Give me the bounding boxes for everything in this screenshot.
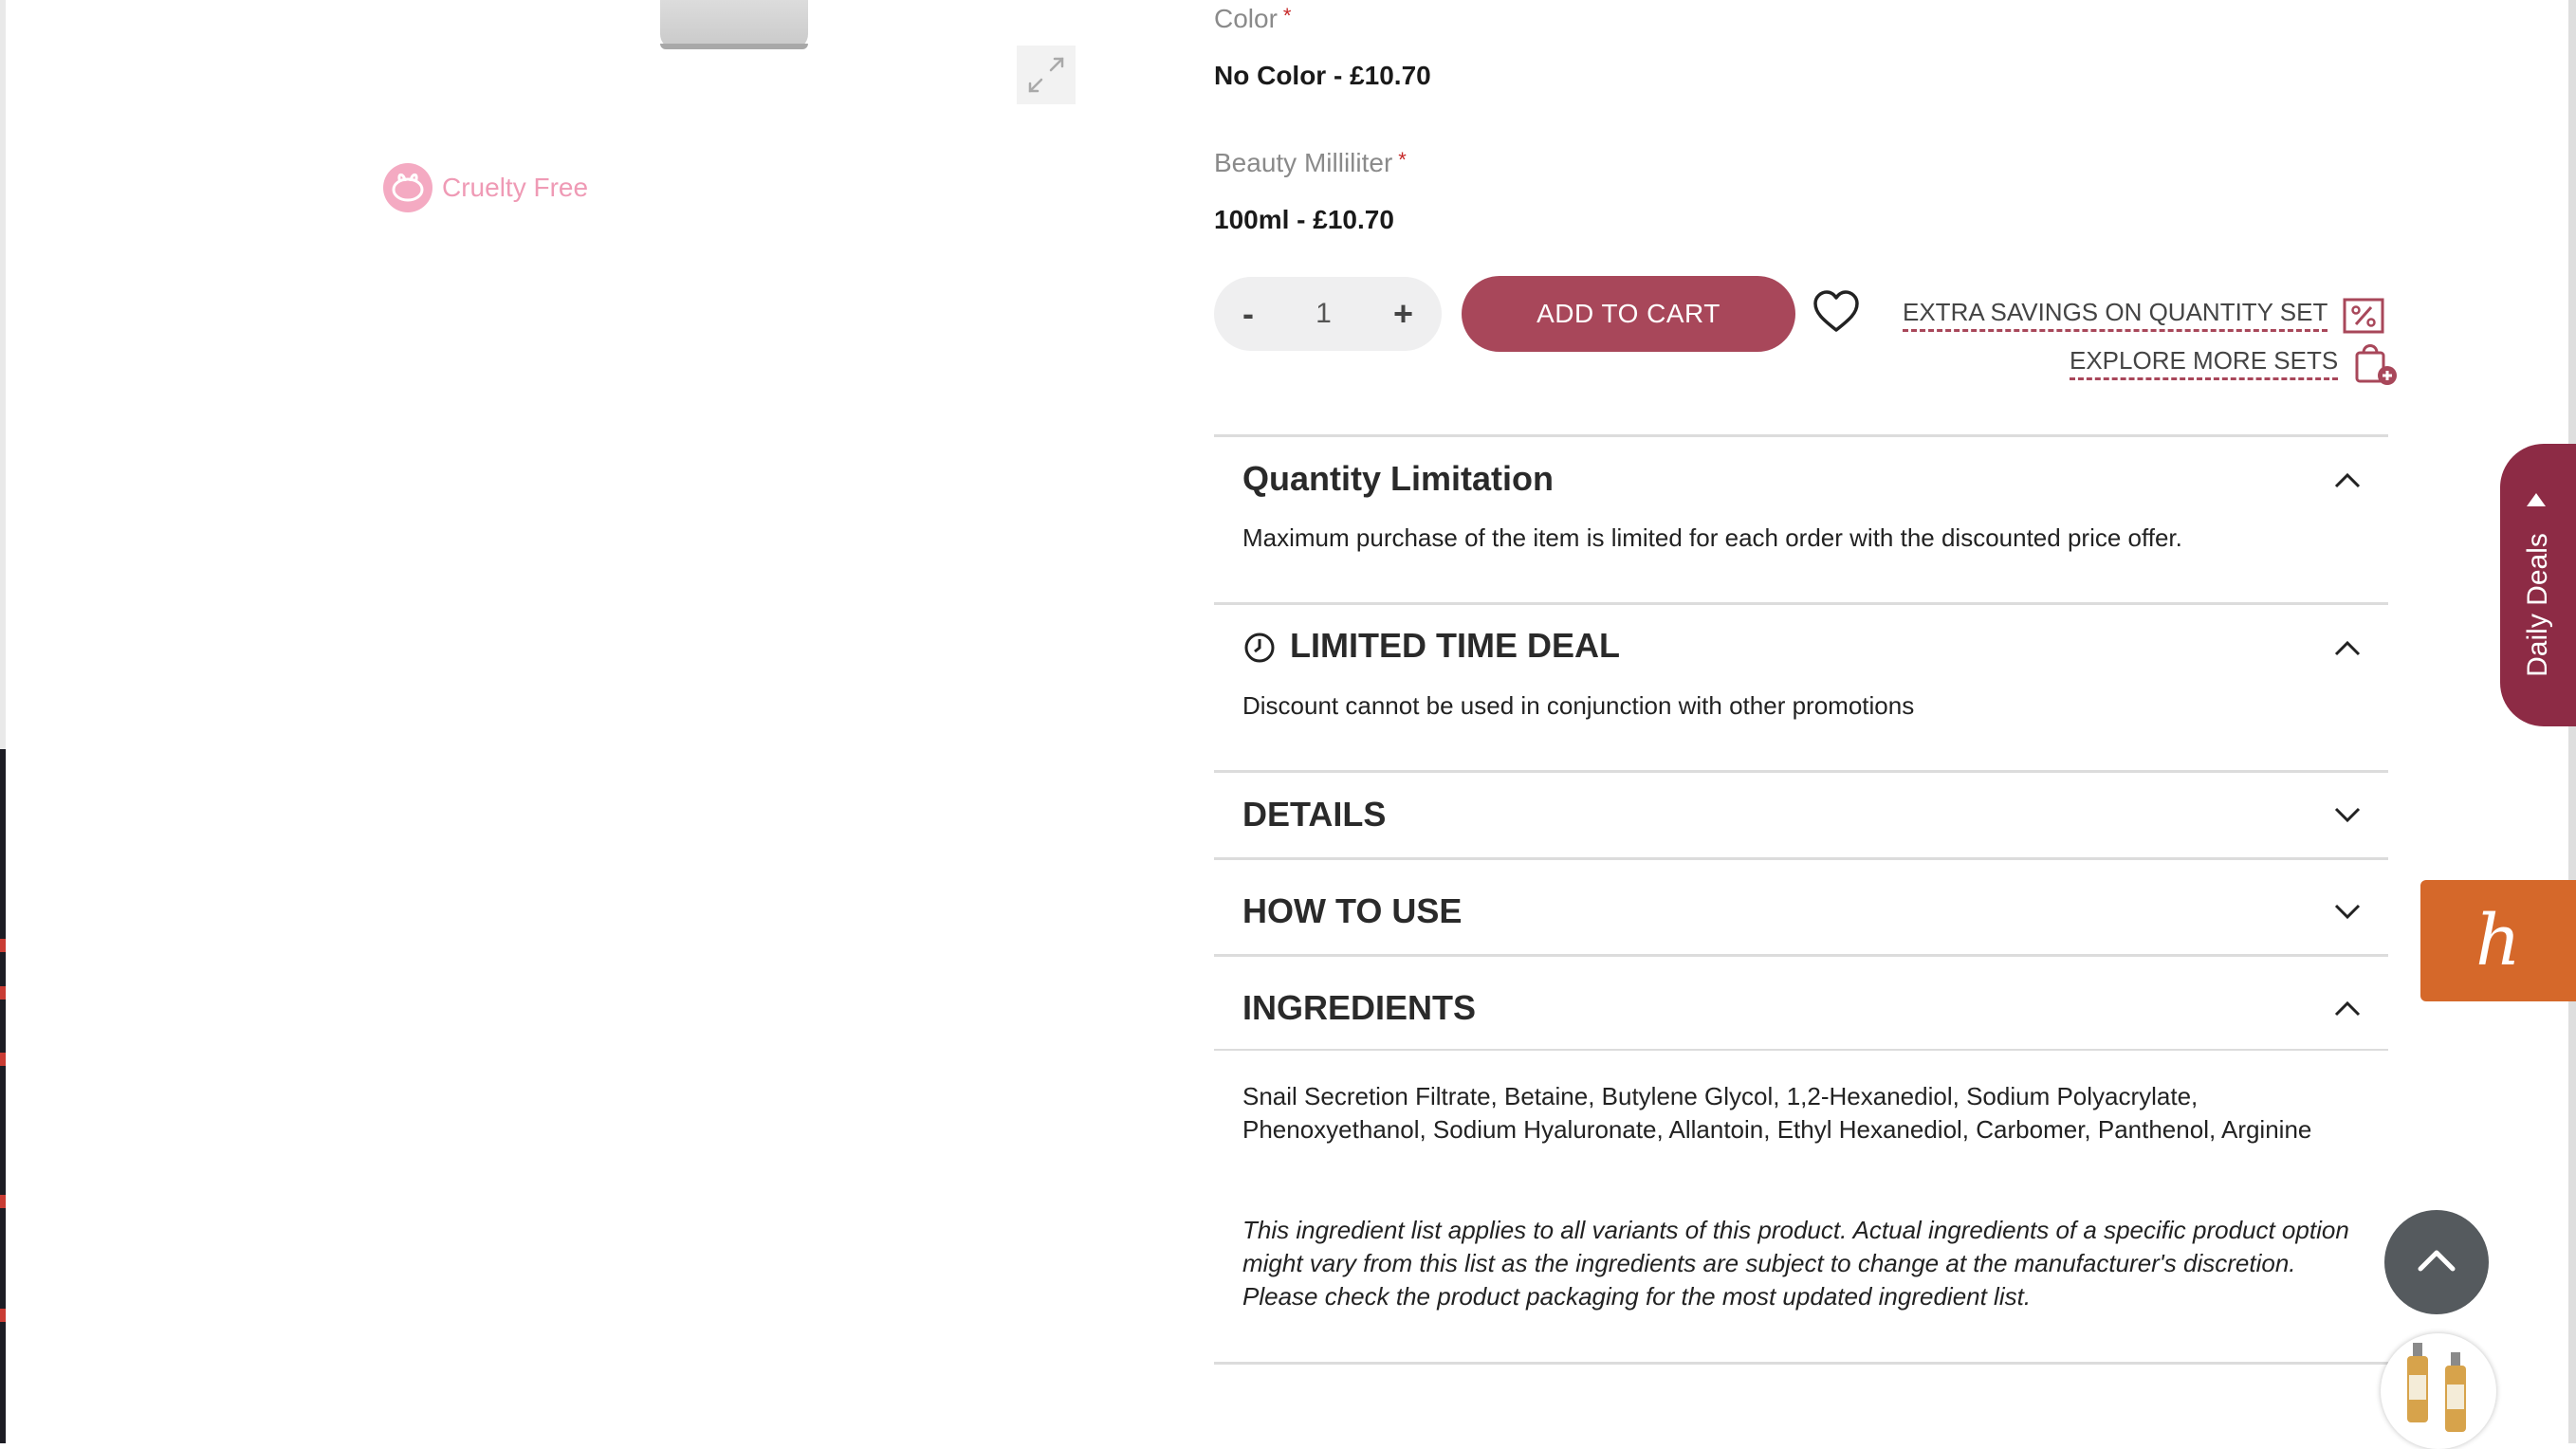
edge-marker (0, 1053, 6, 1066)
details-header[interactable]: DETAILS (1242, 795, 1386, 835)
ingredients-header[interactable]: INGREDIENTS (1242, 988, 1476, 1028)
volume-label-text: Beauty Milliliter (1214, 148, 1393, 177)
scroll-to-top-button[interactable] (2384, 1210, 2489, 1314)
color-label-text: Color (1214, 4, 1278, 33)
serum-bottles-image (2407, 1343, 2466, 1432)
chevron-up-icon[interactable] (2333, 638, 2362, 657)
section-divider (1214, 954, 2388, 957)
color-option-value[interactable]: No Color - £10.70 (1214, 61, 1431, 91)
how-to-use-header[interactable]: HOW TO USE (1242, 891, 1462, 931)
qty-increase-button[interactable]: + (1393, 294, 1413, 334)
quantity-limitation-text: Maximum purchase of the item is limited … (1242, 523, 2182, 552)
bottle-base (660, 44, 808, 49)
section-divider (1214, 770, 2388, 773)
daily-deals-label: Daily Deals (2522, 533, 2553, 677)
section-divider (1214, 857, 2388, 860)
cruelty-free-label: Cruelty Free (442, 173, 589, 202)
chevron-down-icon[interactable] (2333, 806, 2362, 825)
extra-savings-link[interactable]: EXTRA SAVINGS ON QUANTITY SET (1903, 294, 2386, 336)
discount-tag-icon (2343, 298, 2384, 334)
explore-sets-link[interactable]: EXPLORE MORE SETS (2070, 339, 2399, 387)
chevron-up-icon[interactable] (2333, 999, 2362, 1018)
limited-time-deal-header[interactable]: LIMITED TIME DEAL (1290, 626, 1620, 666)
quantity-stepper: - 1 + (1214, 277, 1442, 351)
ingredients-list: Snail Secretion Filtrate, Betaine, Butyl… (1242, 1082, 2312, 1144)
edge-marker (0, 939, 6, 952)
triangle-up-icon (2527, 493, 2546, 506)
edge-marker (0, 986, 6, 1000)
shopping-bag-add-icon (2355, 344, 2398, 385)
explore-sets-text: EXPLORE MORE SETS (2070, 346, 2339, 380)
honey-extension-button[interactable]: h (2420, 880, 2576, 1001)
product-thumbnail-button[interactable] (2381, 1333, 2496, 1449)
background-window-edge (0, 749, 6, 1443)
chevron-up-icon (2418, 1250, 2456, 1272)
limited-time-deal-text: Discount cannot be used in conjunction w… (1242, 691, 1915, 720)
required-marker: * (1398, 148, 1407, 172)
add-to-cart-button[interactable]: ADD TO CART (1462, 276, 1795, 352)
edge-marker (0, 1309, 6, 1322)
daily-deals-tab[interactable]: Daily Deals (2500, 444, 2576, 726)
chevron-up-icon[interactable] (2333, 470, 2362, 489)
expand-arrows-icon (1028, 57, 1064, 93)
section-divider (1214, 1049, 2388, 1051)
left-edge-strip (0, 0, 6, 1443)
expand-image-button[interactable] (1017, 46, 1076, 104)
quantity-limitation-header[interactable]: Quantity Limitation (1242, 459, 1554, 499)
ingredients-disclaimer: This ingredient list applies to all vari… (1242, 1216, 2349, 1311)
heart-icon (1813, 290, 1859, 332)
qty-decrease-button[interactable]: - (1242, 294, 1254, 334)
cruelty-free-badge: Cruelty Free (383, 163, 588, 212)
chevron-down-icon[interactable] (2333, 903, 2362, 922)
edge-marker (0, 1195, 6, 1208)
color-option-label: Color * (1214, 4, 1291, 34)
volume-option-label: Beauty Milliliter * (1214, 148, 1407, 178)
section-divider (1214, 602, 2388, 605)
rabbit-icon (383, 163, 432, 212)
qty-value[interactable]: 1 (1316, 298, 1332, 330)
section-divider (1214, 434, 2388, 437)
required-marker: * (1282, 4, 1292, 28)
timer-icon (1244, 633, 1275, 663)
honey-logo: h (2475, 900, 2521, 981)
wishlist-button[interactable] (1812, 288, 1861, 334)
section-divider (1214, 1362, 2388, 1365)
extra-savings-text: EXTRA SAVINGS ON QUANTITY SET (1903, 298, 2328, 332)
volume-option-value[interactable]: 100ml - £10.70 (1214, 205, 1394, 235)
product-image[interactable] (660, 0, 808, 49)
